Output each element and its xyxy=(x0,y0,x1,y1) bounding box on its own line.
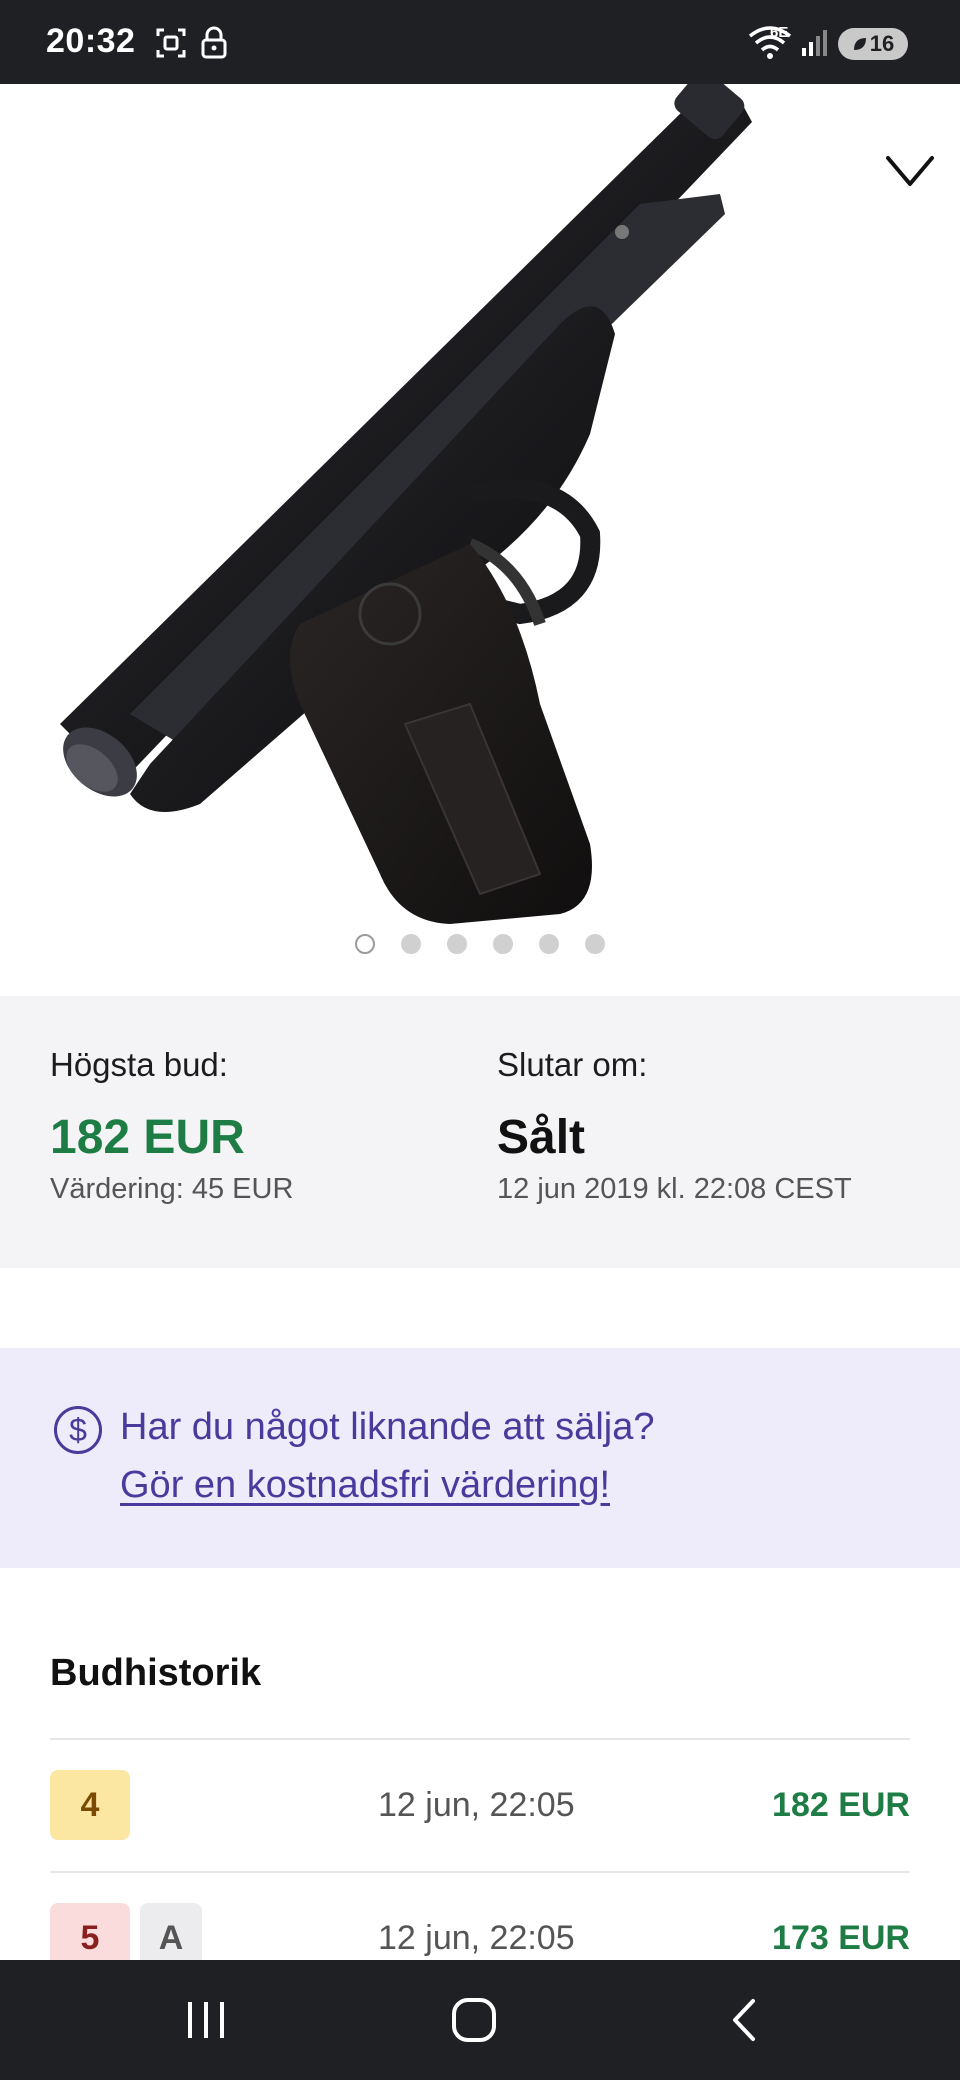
bid-time: 12 jun, 22:05 xyxy=(378,1786,575,1824)
battery-icon: 16 xyxy=(838,28,908,60)
signal-icon xyxy=(802,30,827,56)
carousel-dot[interactable] xyxy=(493,934,513,954)
recents-icon xyxy=(188,2002,224,2038)
highest-bid-label: Högsta bud: xyxy=(50,1046,228,1083)
navigation-bar xyxy=(0,1960,960,2080)
status-bar: 20:32 6E 16 xyxy=(0,0,960,84)
status-time: 20:32 xyxy=(46,22,136,60)
product-image xyxy=(60,84,752,924)
ends-section: Slutar om: Sålt 12 jun 2019 kl. 22:08 CE… xyxy=(497,1046,852,1206)
screenshot-icon xyxy=(156,28,186,58)
battery-level: 16 xyxy=(869,31,895,56)
bid-summary: Högsta bud: 182 EUR Värdering: 45 EUR Sl… xyxy=(0,996,960,1268)
carousel-dot[interactable] xyxy=(401,934,421,954)
carousel-dot[interactable] xyxy=(585,934,605,954)
highest-bid-value: 182 EUR xyxy=(50,1111,245,1164)
ends-date: 12 jun 2019 kl. 22:08 CEST xyxy=(497,1173,852,1205)
heart-icon[interactable] xyxy=(884,154,936,190)
back-icon xyxy=(733,1999,755,2041)
ends-value: Sålt xyxy=(497,1111,586,1164)
ends-label: Slutar om: xyxy=(497,1046,648,1083)
back-button[interactable] xyxy=(684,1960,804,2080)
carousel-dot[interactable] xyxy=(447,934,467,954)
home-icon xyxy=(452,1998,496,2042)
bid-amount: 173 EUR xyxy=(772,1919,910,1957)
bid-amount: 182 EUR xyxy=(772,1786,910,1824)
highest-bid-section: Högsta bud: 182 EUR Värdering: 45 EUR xyxy=(50,1046,293,1206)
bid-history-title: Budhistorik xyxy=(50,1652,262,1694)
network-type: 6E xyxy=(770,24,789,41)
lock-icon xyxy=(201,26,227,59)
recents-button[interactable] xyxy=(146,1960,266,2080)
dollar-icon: $ xyxy=(54,1406,102,1454)
bidder-badge: 4 xyxy=(50,1770,130,1840)
sell-banner: $ Har du något liknande att sälja? Gör e… xyxy=(0,1348,960,1568)
carousel-dots xyxy=(0,934,960,954)
leaf-icon xyxy=(853,38,866,50)
carousel-dot[interactable] xyxy=(355,934,375,954)
carousel-dot[interactable] xyxy=(539,934,559,954)
valuation: Värdering: 45 EUR xyxy=(50,1173,294,1205)
valuation-link[interactable]: Gör en kostnadsfri värdering! xyxy=(120,1464,610,1507)
product-image-gallery[interactable] xyxy=(0,84,960,996)
bid-row: 4 12 jun, 22:05 182 EUR xyxy=(50,1738,910,1871)
home-button[interactable] xyxy=(414,1960,534,2080)
bid-time: 12 jun, 22:05 xyxy=(378,1919,575,1957)
sell-question: Har du något liknande att sälja? xyxy=(120,1406,655,1448)
